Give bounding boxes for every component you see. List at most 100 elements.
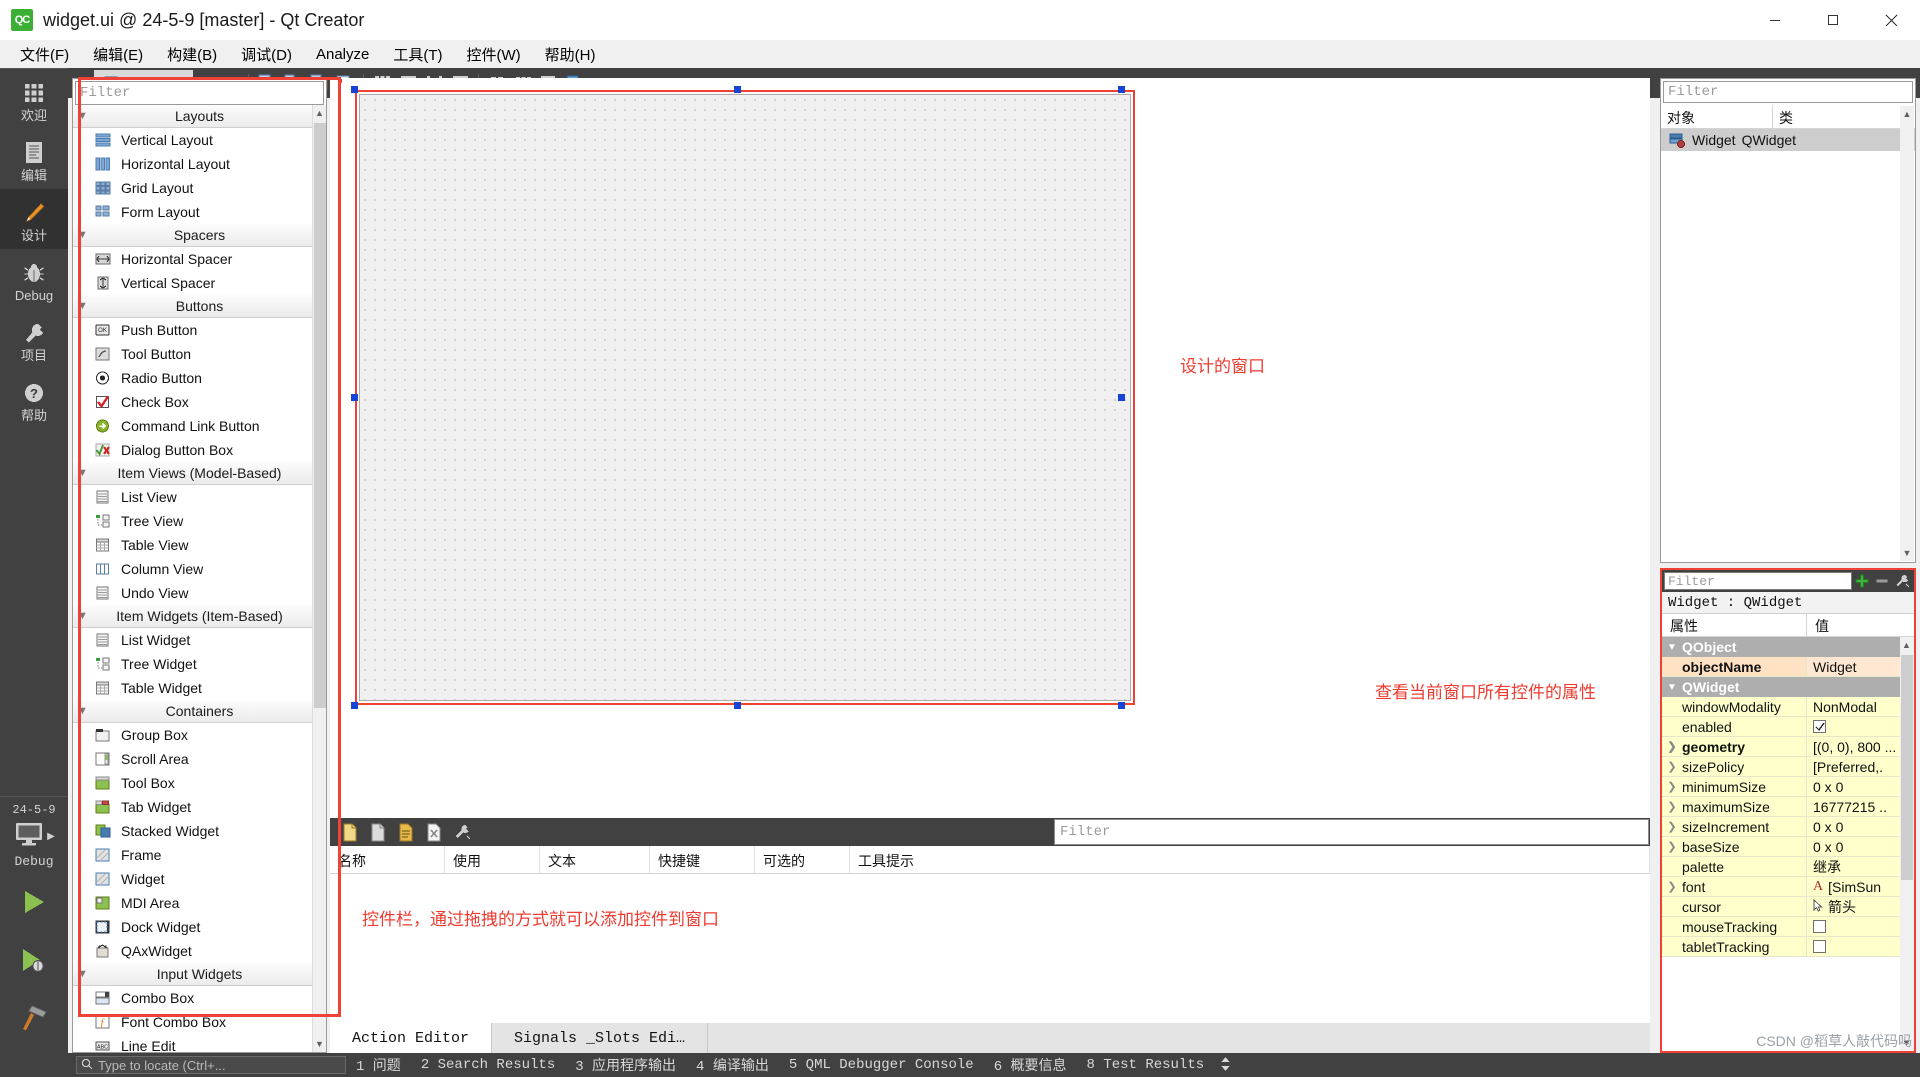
widget-item-dock-widget[interactable]: Dock Widget [73, 915, 326, 939]
delete-icon[interactable] [420, 819, 448, 845]
menu-help[interactable]: 帮助(H) [533, 41, 608, 68]
scroll-down-arrow-icon[interactable]: ▼ [313, 1036, 326, 1052]
selection-handle-bottom-right[interactable] [1118, 702, 1125, 709]
kit-selector[interactable]: 24-5-9 ▶ Debug [0, 796, 68, 869]
property-value-minimumSize[interactable]: 0 x 0 [1813, 779, 1843, 795]
mode-welcome[interactable]: 欢迎 [0, 69, 68, 129]
status-item-app-output[interactable]: 3 应用程序输出 [565, 1055, 686, 1075]
property-row-objectName[interactable]: objectName Widget [1662, 657, 1914, 677]
property-row-baseSize[interactable]: ❯ baseSize 0 x 0 [1662, 837, 1914, 857]
widget-item-vertical-layout[interactable]: Vertical Layout [73, 128, 326, 152]
widget-item-column-view[interactable]: Column View [73, 557, 326, 581]
minus-icon[interactable] [1872, 571, 1892, 591]
expand-arrow-icon[interactable]: ❯ [1662, 880, 1682, 893]
column-header-text[interactable]: 文本 [540, 846, 650, 873]
widget-item-horizontal-spacer[interactable]: Horizontal Spacer [73, 247, 326, 271]
property-row-tabletTracking[interactable]: tabletTracking [1662, 937, 1914, 957]
property-row-cursor[interactable]: cursor 箭头 [1662, 897, 1914, 917]
enabled-checkbox[interactable] [1813, 720, 1826, 733]
copy-icon[interactable] [364, 819, 392, 845]
column-header-value[interactable]: 值 [1807, 614, 1914, 636]
status-item-issues[interactable]: 1 问题 [346, 1055, 411, 1075]
property-group-qobject[interactable]: ▼ QObject [1662, 637, 1914, 657]
paste-icon[interactable] [392, 819, 420, 845]
mode-edit[interactable]: 编辑 [0, 129, 68, 189]
debug-button[interactable] [0, 931, 68, 989]
widget-item-table-view[interactable]: Table View [73, 533, 326, 557]
property-row-maximumSize[interactable]: ❯ maximumSize 16777215 .. [1662, 797, 1914, 817]
mode-design[interactable]: 设计 [0, 189, 68, 249]
property-row-mouseTracking[interactable]: mouseTracking [1662, 917, 1914, 937]
selection-handle-top-center[interactable] [734, 86, 741, 93]
widget-group-layouts[interactable]: ▼ Layouts [73, 105, 326, 128]
widget-item-tool-button[interactable]: Tool Button [73, 342, 326, 366]
widget-item-stacked-widget[interactable]: Stacked Widget [73, 819, 326, 843]
expand-arrow-icon[interactable]: ❯ [1662, 820, 1682, 833]
widget-box-list[interactable]: ▼ Layouts Vertical Layout Horizontal Lay… [73, 105, 326, 1052]
column-header-tooltip[interactable]: 工具提示 [850, 846, 1650, 873]
column-header-checkable[interactable]: 可选的 [755, 846, 850, 873]
widget-group-buttons[interactable]: ▼ Buttons [73, 295, 326, 318]
status-item-qml-debugger-console[interactable]: 5 QML Debugger Console [779, 1057, 984, 1073]
widget-box-scrollbar[interactable]: ▲ ▼ [312, 105, 326, 1052]
form-selection-frame[interactable] [355, 90, 1135, 705]
column-header-property[interactable]: 属性 [1662, 614, 1807, 636]
property-row-windowModality[interactable]: windowModality NonModal [1662, 697, 1914, 717]
property-row-enabled[interactable]: enabled [1662, 717, 1914, 737]
property-value-maximumSize[interactable]: 16777215 .. [1813, 799, 1887, 815]
widget-item-horizontal-layout[interactable]: Horizontal Layout [73, 152, 326, 176]
widget-item-tab-widget[interactable]: Tab Widget [73, 795, 326, 819]
status-item-general-messages[interactable]: 6 概要信息 [984, 1055, 1077, 1075]
widget-item-tree-widget[interactable]: Tree Widget [73, 652, 326, 676]
minimize-button[interactable] [1746, 0, 1804, 40]
widget-group-item-widgets[interactable]: ▼ Item Widgets (Item-Based) [73, 605, 326, 628]
widget-item-list-widget[interactable]: List Widget [73, 628, 326, 652]
widget-item-line-edit[interactable]: ABC Line Edit [73, 1034, 326, 1052]
new-action-icon[interactable] [336, 819, 364, 845]
widget-item-qaxwidget[interactable]: QAxWidget [73, 939, 326, 963]
property-value-geometry[interactable]: [(0, 0), 800 ... [1813, 739, 1896, 755]
property-editor-body[interactable]: ▼ QObject objectName Widget ▼ QWidget wi… [1662, 637, 1914, 1051]
property-value-objectName[interactable]: Widget [1813, 659, 1857, 675]
widget-group-containers[interactable]: ▼ Containers [73, 700, 326, 723]
object-inspector-scrollbar[interactable]: ▲ ▼ [1900, 106, 1914, 561]
menu-file[interactable]: 文件(F) [8, 41, 81, 68]
column-header-shortcut[interactable]: 快捷键 [650, 846, 755, 873]
expand-arrow-icon[interactable]: ❯ [1662, 760, 1682, 773]
widget-item-combo-box[interactable]: Combo Box [73, 986, 326, 1010]
widget-item-command-link-button[interactable]: Command Link Button [73, 414, 326, 438]
up-down-arrow-icon[interactable] [1214, 1056, 1237, 1075]
property-row-palette[interactable]: palette 继承 [1662, 857, 1914, 877]
widget-group-item-views[interactable]: ▼ Item Views (Model-Based) [73, 462, 326, 485]
expand-arrow-icon[interactable]: ❯ [1662, 740, 1682, 753]
property-value-cursor[interactable]: 箭头 [1828, 897, 1856, 917]
maximize-button[interactable] [1804, 0, 1862, 40]
status-item-search-results[interactable]: 2 Search Results [411, 1057, 565, 1073]
plus-icon[interactable] [1852, 571, 1872, 591]
widget-item-font-combo-box[interactable]: f Font Combo Box [73, 1010, 326, 1034]
status-item-compile-output[interactable]: 4 编译输出 [686, 1055, 779, 1075]
widget-item-list-view[interactable]: List View [73, 485, 326, 509]
widget-item-push-button[interactable]: OK Push Button [73, 318, 326, 342]
column-header-used[interactable]: 使用 [445, 846, 540, 873]
widget-item-table-widget[interactable]: Table Widget [73, 676, 326, 700]
run-button[interactable] [0, 873, 68, 931]
mode-help[interactable]: ? 帮助 [0, 369, 68, 429]
property-row-sizeIncrement[interactable]: ❯ sizeIncrement 0 x 0 [1662, 817, 1914, 837]
widget-group-input-widgets[interactable]: ▼ Input Widgets [73, 963, 326, 986]
selection-handle-bottom-left[interactable] [351, 702, 358, 709]
widget-item-group-box[interactable]: Group Box [73, 723, 326, 747]
menu-edit[interactable]: 编辑(E) [81, 41, 155, 68]
widget-item-tree-view[interactable]: Tree View [73, 509, 326, 533]
mode-projects[interactable]: 项目 [0, 309, 68, 369]
property-editor-scrollbar[interactable]: ▲ ▼ [1900, 637, 1914, 1051]
expand-arrow-icon[interactable]: ❯ [1662, 780, 1682, 793]
expand-arrow-icon[interactable]: ❯ [1662, 840, 1682, 853]
widget-item-tool-box[interactable]: Tool Box [73, 771, 326, 795]
property-row-minimumSize[interactable]: ❯ minimumSize 0 x 0 [1662, 777, 1914, 797]
column-header-object[interactable]: 对象 [1661, 105, 1773, 128]
widget-item-grid-layout[interactable]: Grid Layout [73, 176, 326, 200]
mouseTracking-checkbox[interactable] [1813, 920, 1826, 933]
property-value-palette[interactable]: 继承 [1813, 857, 1841, 877]
column-header-name[interactable]: 名称 [330, 846, 445, 873]
